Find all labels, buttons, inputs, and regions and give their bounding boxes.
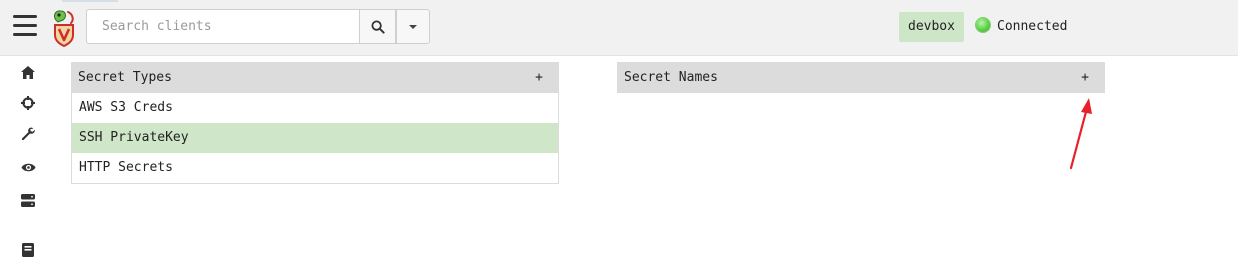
home-icon[interactable]	[18, 62, 38, 82]
secret-names-header: Secret Names +	[617, 62, 1105, 93]
eye-icon[interactable]	[18, 157, 38, 177]
server-icon[interactable]	[18, 190, 38, 210]
app-logo-icon	[53, 10, 74, 48]
search-options-dropdown[interactable]	[396, 9, 430, 44]
connection-status-icon	[976, 18, 990, 32]
secret-names-panel: Secret Names +	[617, 62, 1105, 93]
secret-type-item[interactable]: AWS S3 Creds	[72, 93, 558, 123]
crosshair-icon[interactable]	[18, 93, 38, 113]
secret-types-panel: Secret Types + AWS S3 Creds SSH PrivateK…	[71, 62, 559, 184]
search-button[interactable]	[360, 9, 396, 44]
secret-types-header: Secret Types +	[71, 62, 559, 93]
secret-types-title: Secret Types	[78, 70, 172, 85]
environment-badge: devbox	[899, 12, 964, 42]
top-bar: devbox Connected	[0, 0, 1238, 56]
wrench-icon[interactable]	[18, 124, 38, 144]
annotation-arrow-icon	[1069, 98, 1092, 170]
connection-status-text: Connected	[997, 19, 1068, 34]
search-input[interactable]	[86, 9, 360, 44]
secret-types-list: AWS S3 Creds SSH PrivateKey HTTP Secrets	[71, 93, 559, 184]
add-secret-type-button[interactable]: +	[531, 62, 547, 93]
side-navigation	[0, 56, 56, 258]
secret-type-item[interactable]: HTTP Secrets	[72, 153, 558, 183]
book-icon[interactable]	[18, 240, 38, 260]
add-secret-name-button[interactable]: +	[1077, 62, 1093, 93]
tab-accent	[62, 0, 118, 2]
search-icon	[371, 20, 385, 34]
menu-icon[interactable]	[13, 15, 37, 37]
caret-down-icon	[409, 24, 417, 29]
secret-type-item[interactable]: SSH PrivateKey	[72, 123, 558, 153]
secret-names-title: Secret Names	[624, 70, 718, 85]
